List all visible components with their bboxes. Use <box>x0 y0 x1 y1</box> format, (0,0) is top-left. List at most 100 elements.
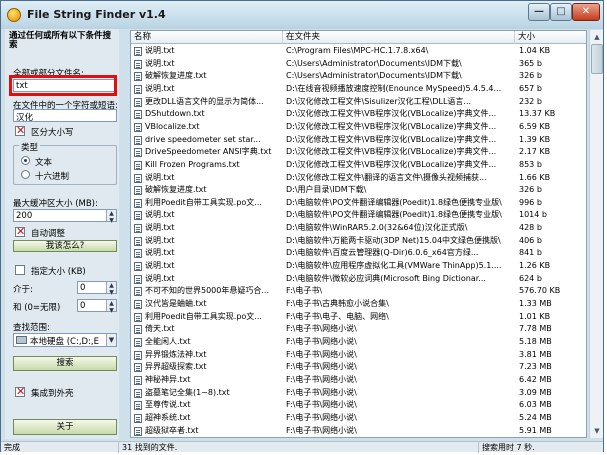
file-name-cell: 倚天.txt <box>145 324 175 334</box>
table-row[interactable]: drive speedometer set star... D:\汉化修改工程文件… <box>131 134 586 147</box>
table-row[interactable]: VBlocalize.txt D:\汉化修改工程文件\VB程序汉化(VBLocal… <box>131 121 586 134</box>
file-name-cell: 神秘神异.txt <box>145 374 191 384</box>
table-row[interactable]: 说明.txt D:\汉化修改工程文件\翻译的语言文件\摄像头视频捕获... 1.66… <box>131 172 586 185</box>
type-hex-radio[interactable] <box>21 170 30 179</box>
maximize-button[interactable]: □ <box>550 3 572 21</box>
case-sensitive-checkbox[interactable]: ✕ <box>15 125 25 136</box>
size-cell: 841 b <box>519 248 542 258</box>
size-cell: 657 b <box>519 83 542 93</box>
text-file-icon <box>134 274 142 284</box>
folder-cell: D:\电脑软件\微软必应词典(Microsoft Bing Dictionar.… <box>286 273 486 283</box>
size-checkbox[interactable] <box>15 265 25 275</box>
table-row[interactable]: 破解恢复进度.txt D:\用户目录\IDM下载\ 326 b <box>131 184 586 197</box>
table-row[interactable]: 说明.txt D:\电脑软件\万能两卡驱动(3DP Net)15.04中文绿色便携… <box>131 235 586 248</box>
size-cell: 576.70 KB <box>519 286 561 296</box>
text-file-icon <box>134 198 142 208</box>
search-heading: 通过任何或所有以下条件搜索 <box>9 31 112 50</box>
column-size[interactable]: 大小 <box>515 31 586 44</box>
buffer-spinner[interactable]: ▲ ▼ <box>106 210 116 224</box>
file-name-cell: DShutdown.txt <box>145 109 205 119</box>
folder-cell: D:\在线音视频播放速度控制(Enounce MySpeed)5.4.5.4..… <box>286 83 502 93</box>
table-row[interactable]: 超神系统.txt F:\电子书\网络小说\ 5.24 MB <box>131 412 586 425</box>
text-file-icon <box>134 160 142 170</box>
table-row[interactable]: 盗墓笔记全集(1~8).txt F:\电子书\网络小说\ 3.09 MB <box>131 387 586 400</box>
table-row[interactable]: 至尊传说.txt F:\电子书\网络小说\ 6.03 MB <box>131 399 586 412</box>
size-cell: 5.91 MB <box>519 425 552 435</box>
scope-dropdown-arrow[interactable]: ▼ <box>106 334 116 346</box>
folder-cell: C:\Program Files\MPC-HC.1.7.8.x64\ <box>286 46 429 55</box>
table-row[interactable]: 超级狱卒者.txt F:\电子书\网络小说\ 5.91 MB <box>131 425 586 438</box>
between-spinner[interactable]: ▲ ▼ <box>106 282 116 296</box>
column-name[interactable]: 名称 <box>131 31 283 44</box>
folder-cell: D:\汉化修改工程文件\VB程序汉化(VBLocalize)字典文件... <box>286 121 497 131</box>
type-label: 类型 <box>19 141 41 153</box>
auto-adjust-checkbox[interactable]: ✕ <box>15 226 25 237</box>
and-spinner[interactable]: ▲ ▼ <box>106 300 116 314</box>
table-row[interactable]: 异界超级探索.txt F:\电子书\网络小说\ 7.23 MB <box>131 361 586 374</box>
folder-cell: D:\汉化修改工程文件\VB程序汉化(VBLocalize)字典文件... <box>286 109 497 119</box>
file-name-cell: VBlocalize.txt <box>145 121 200 131</box>
table-row[interactable]: 全能闲人.txt F:\电子书\网络小说\ 5.18 MB <box>131 336 586 349</box>
close-button[interactable]: ✕ <box>572 3 600 21</box>
text-file-icon <box>134 375 142 385</box>
table-row[interactable]: 不可不知的世界5000年悬疑巧合... F:\电子书\ 576.70 KB <box>131 285 586 298</box>
text-file-icon <box>134 110 142 120</box>
table-row[interactable]: 说明.txt D:\电脑软件\应用程序虚拟化工具(VMWare ThinApp)5… <box>131 260 586 273</box>
scroll-thumb[interactable] <box>591 44 603 74</box>
table-row[interactable]: 说明.txt D:\电脑软件\WinRAR5.2.0(32&64位)汉化正式版\ 4… <box>131 222 586 235</box>
adjust-button[interactable]: 我该怎么? <box>13 240 117 252</box>
scroll-down-arrow[interactable]: ▼ <box>592 426 602 436</box>
vertical-scrollbar[interactable]: ▲ ▼ <box>589 30 603 438</box>
file-name-cell: 说明.txt <box>145 248 175 258</box>
minimize-button[interactable]: — <box>528 3 550 21</box>
table-row[interactable]: DShutdown.txt D:\汉化修改工程文件\VB程序汉化(VBLocali… <box>131 108 586 121</box>
buffer-label: 最大缓冲区大小 (MB): <box>13 199 98 209</box>
type-text-radio[interactable] <box>21 156 30 165</box>
scope-select[interactable]: 本地硬盘 (C:,D:,E <box>13 333 117 347</box>
content-input[interactable]: 汉化 <box>13 109 117 122</box>
folder-cell: F:\电子书\古典韩愈小说合集\ <box>286 299 389 308</box>
table-row[interactable]: 异界锻炼法神.txt F:\电子书\网络小说\ 3.81 MB <box>131 349 586 362</box>
table-row[interactable]: 说明.txt C:\Program Files\MPC-HC.1.7.8.x64\… <box>131 45 586 58</box>
file-name-cell: 利用Poedit自带工具实现.po文... <box>145 197 262 207</box>
file-name-cell: DriveSpeedometer ANSI字典.txt <box>145 147 272 157</box>
folder-cell: D:\电脑软件\百度云管理器(Q-Dir)6.0.6_x64官方绿... <box>286 248 479 258</box>
search-panel: 通过任何或所有以下条件搜索 全部或部分文件名: txt 在文件中的一个字符或短语… <box>5 29 119 439</box>
text-file-icon <box>134 135 142 145</box>
table-row[interactable]: 说明.txt D:\电脑软件\百度云管理器(Q-Dir)6.0.6_x64官方绿.… <box>131 247 586 260</box>
file-name-cell: 超神系统.txt <box>145 412 191 422</box>
table-row[interactable]: 神秘神异.txt F:\电子书\网络小说\ 6.42 MB <box>131 374 586 387</box>
size-cell: 1.66 KB <box>519 172 551 182</box>
file-name-cell: 说明.txt <box>145 46 175 55</box>
table-row[interactable]: 说明.txt C:\Users\Administrator\Documents\I… <box>131 58 586 71</box>
table-row[interactable]: 汉代皆是蛐蛐.txt F:\电子书\古典韩愈小说合集\ 1.33 MB <box>131 298 586 311</box>
integrate-checkbox[interactable]: ✕ <box>15 386 25 397</box>
table-row[interactable]: 说明.txt D:\在线音视频播放速度控制(Enounce MySpeed)5.4… <box>131 83 586 96</box>
table-row[interactable]: Kill Frozen Programs.txt D:\汉化修改工程文件\VB程序… <box>131 159 586 172</box>
buffer-input[interactable]: 200 <box>13 209 117 222</box>
scroll-up-arrow[interactable]: ▲ <box>592 32 602 42</box>
about-button[interactable]: 关于 <box>13 419 117 435</box>
results-list[interactable]: 名称 在文件夹 大小 说明.txt C:\Program Files\MPC-HC… <box>130 30 587 438</box>
size-cell: 2.17 KB <box>519 147 551 157</box>
folder-cell: F:\电子书\网络小说\ <box>286 349 357 359</box>
table-row[interactable]: 利用Poedit自带工具实现.po文... D:\电脑软件\PO文件翻译编辑器(P… <box>131 197 586 210</box>
folder-cell: F:\电子书\ <box>286 286 323 296</box>
table-row[interactable]: 破解恢复进度.txt C:\Users\Administrator\Documen… <box>131 70 586 83</box>
column-folder[interactable]: 在文件夹 <box>283 31 515 44</box>
table-row[interactable]: DriveSpeedometer ANSI字典.txt D:\汉化修改工程文件\V… <box>131 146 586 159</box>
table-row[interactable]: 更改DLL语言文件的显示为简体... D:\汉化修改工程文件\Sisulizer汉… <box>131 96 586 109</box>
size-cell: 1.01 KB <box>519 311 551 321</box>
file-name-cell: 说明.txt <box>145 261 175 271</box>
table-row[interactable]: 说明.txt D:\电脑软件\微软必应词典(Microsoft Bing Dict… <box>131 273 586 286</box>
file-name-cell: 全能闲人.txt <box>145 336 191 346</box>
filename-input[interactable]: txt <box>13 79 117 92</box>
size-cell: 7.23 MB <box>519 362 552 372</box>
search-button[interactable]: 搜索 <box>13 356 117 371</box>
table-row[interactable]: 利用Poedit自带工具实现.po文... F:\电子书\电子、电脑、网络\ 1.0… <box>131 311 586 324</box>
table-row[interactable]: 倚天.txt F:\电子书\网络小说\ 7.78 MB <box>131 323 586 336</box>
title-bar[interactable]: File String Finder v1.4 — □ ✕ <box>1 1 603 29</box>
table-row[interactable]: 说明.txt D:\电脑软件\PO文件翻译编辑器(Poedit)1.8绿色便携专业… <box>131 209 586 222</box>
size-cell: 1.39 KB <box>519 134 551 144</box>
text-file-icon <box>134 413 142 423</box>
